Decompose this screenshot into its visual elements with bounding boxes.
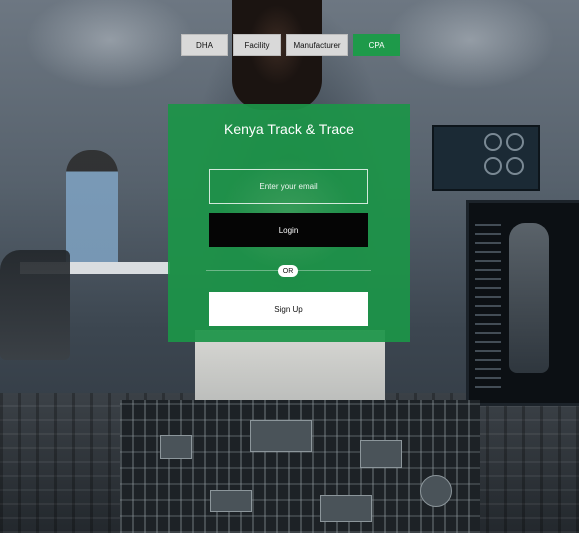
background-scientist	[66, 150, 118, 270]
tab-cpa[interactable]: CPA	[353, 34, 400, 56]
tab-facility[interactable]: Facility	[233, 34, 281, 56]
login-button[interactable]: Login	[209, 213, 368, 247]
wall-monitor	[432, 125, 540, 191]
circuit-board	[120, 400, 480, 533]
tab-dha[interactable]: DHA	[181, 34, 228, 56]
login-card: Kenya Track & Trace Login OR Sign Up	[168, 104, 410, 342]
tab-manufacturer[interactable]: Manufacturer	[286, 34, 348, 56]
email-field[interactable]	[209, 169, 368, 204]
sign-up-button[interactable]: Sign Up	[209, 292, 368, 326]
microscope-graphic	[0, 250, 70, 360]
role-tabs: DHA Facility Manufacturer CPA	[181, 34, 400, 56]
page-title: Kenya Track & Trace	[224, 121, 354, 137]
or-badge: OR	[278, 265, 298, 277]
xray-monitor	[466, 200, 579, 406]
lab-coat	[195, 330, 385, 410]
